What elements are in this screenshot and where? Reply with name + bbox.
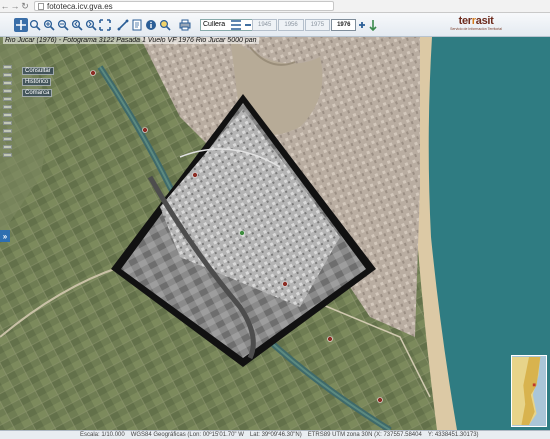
layer-button-comarca[interactable]: Comarca xyxy=(22,89,53,97)
find-icon[interactable] xyxy=(158,18,172,32)
year-selector: 1945 1956 1975 1976 xyxy=(252,18,357,31)
url-text: fototeca.icv.gva.es xyxy=(47,1,113,11)
zoom-out-icon[interactable] xyxy=(56,18,70,32)
utm-y-readout: Y: 4338451.30173) xyxy=(427,432,479,438)
url-field[interactable]: fototeca.icv.gva.es xyxy=(34,1,334,11)
layer-button-historico[interactable]: Histórico xyxy=(22,78,52,86)
full-extent-icon[interactable] xyxy=(98,18,112,32)
overview-map[interactable] xyxy=(511,355,547,427)
scale-readout: Escala: 1/10.000 xyxy=(80,432,125,438)
geographic-coordinates: WGS84 Geográficas (Lon: 00º15'01.70" W xyxy=(130,432,244,438)
map-toolbar: 1945 1956 1975 1976 terrasit Servicio de… xyxy=(0,13,550,37)
year-button-active[interactable]: 1976 xyxy=(331,18,357,31)
zoom-box-icon[interactable] xyxy=(28,18,42,32)
zoom-slider[interactable] xyxy=(3,65,13,159)
map-viewport[interactable]: Rio Jucar (1976) - Fotograma 3122 Pasada… xyxy=(0,37,550,430)
year-button[interactable]: 1945 xyxy=(252,18,278,31)
photo-caption: Rio Jucar (1976) - Fotograma 3122 Pasada… xyxy=(3,37,259,44)
zoom-previous-icon[interactable] xyxy=(70,18,84,32)
print-icon[interactable] xyxy=(178,18,192,32)
logo-tagline: Servicio de Información Territorial xyxy=(450,27,502,31)
info-icon[interactable] xyxy=(144,18,158,32)
back-arrow-icon[interactable]: ← xyxy=(0,1,10,12)
zoom-in-icon[interactable] xyxy=(42,18,56,32)
terrasit-logo: terrasit Servicio de Información Territo… xyxy=(450,15,502,35)
status-bar: Escala: 1/10.000 WGS84 Geográficas (Lon:… xyxy=(0,430,550,439)
year-button[interactable]: 1975 xyxy=(304,18,331,31)
measure-icon[interactable] xyxy=(116,18,130,32)
year-button[interactable]: 1956 xyxy=(278,18,304,31)
zoom-next-icon[interactable] xyxy=(84,18,98,32)
aerial-basemap[interactable] xyxy=(0,37,550,430)
expand-panel-button[interactable]: » xyxy=(0,230,10,242)
browser-address-bar: ← → ↻ fototeca.icv.gva.es xyxy=(0,0,550,13)
document-icon[interactable] xyxy=(130,18,144,32)
utm-coordinates: ETRS89 UTM zona 30N (X: 737557.58404 xyxy=(307,432,422,438)
pan-icon[interactable] xyxy=(14,17,28,32)
reload-icon[interactable]: ↻ xyxy=(20,1,30,12)
page-icon xyxy=(38,2,44,10)
forward-arrow-icon[interactable]: → xyxy=(10,1,20,12)
logo-wordmark: terrasit xyxy=(458,15,494,27)
layer-button-consultar[interactable]: Consultar xyxy=(22,67,54,75)
latitude-readout: Lat: 39º09'46.30"N) xyxy=(249,432,302,438)
timeline-icon[interactable] xyxy=(366,18,380,32)
